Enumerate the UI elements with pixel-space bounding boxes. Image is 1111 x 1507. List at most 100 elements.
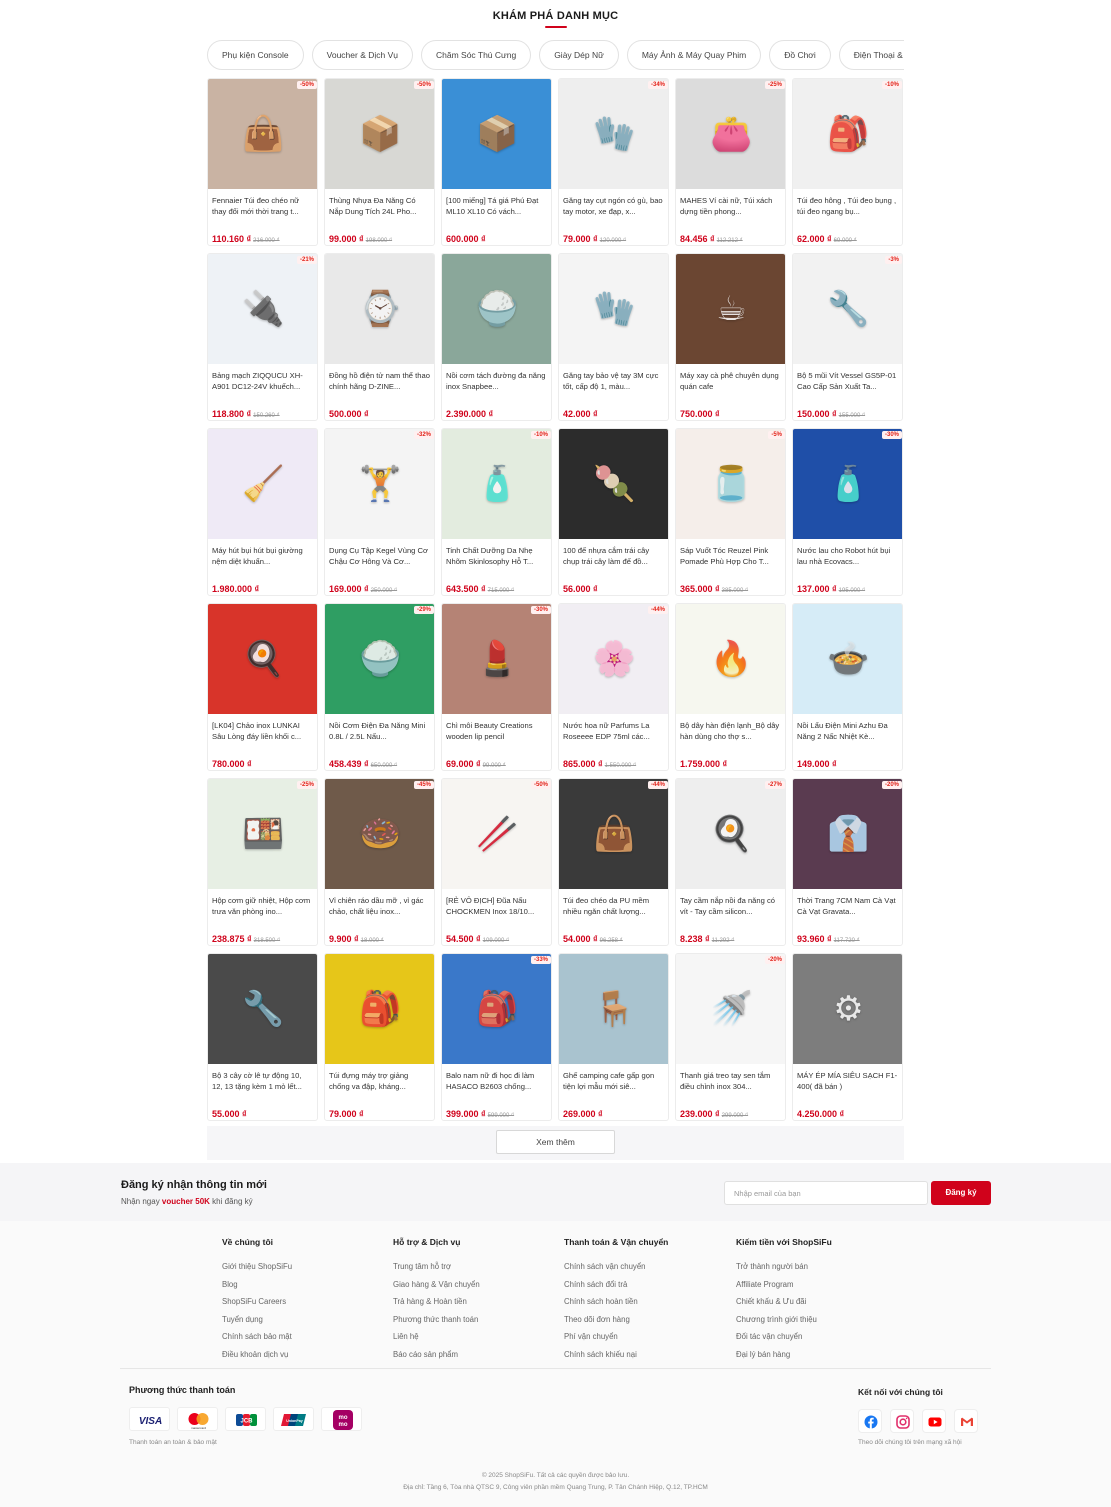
facebook-icon[interactable] (858, 1409, 882, 1433)
product-image[interactable]: 🍱 -25% (208, 779, 317, 889)
product-name[interactable]: Thanh giá treo tay sen tắm điều chỉnh in… (676, 1064, 785, 1097)
category-pill[interactable]: Chăm Sóc Thú Cưng (421, 40, 532, 70)
product-name[interactable]: Nồi cơm tách đường đa năng inox Snapbee.… (442, 364, 551, 397)
product-card[interactable]: 🍳 -27% Tay cầm nắp nồi đa năng có vít - Ta… (675, 778, 786, 946)
product-image[interactable]: 🔧 (208, 954, 317, 1064)
product-name[interactable]: [LK04] Chảo inox LUNKAI Sâu Lòng đáy liề… (208, 714, 317, 747)
product-image[interactable]: 🫙 -5% (676, 429, 785, 539)
product-card[interactable]: 👜 -44% Túi đeo chéo da PU mềm nhiều ngăn c… (558, 778, 669, 946)
footer-link[interactable]: Trung tâm hỗ trợ (393, 1258, 558, 1276)
product-card[interactable]: 👜 -50% Fennaier Túi đeo chéo nữ thay đổi m… (207, 78, 318, 246)
product-name[interactable]: Bộ dây hàn điện lạnh_Bộ dây hàn dùng cho… (676, 714, 785, 747)
footer-link[interactable]: Chương trình giới thiệu (736, 1311, 901, 1329)
product-name[interactable]: Thời Trang 7CM Nam Cà Vạt Cà Vạt Gravata… (793, 889, 902, 922)
product-card[interactable]: 🍲 Nồi Lẩu Điện Mini Azhu Đa Năng 2 Nấc Nh… (792, 603, 903, 771)
product-name[interactable]: Tinh Chất Dưỡng Da Nhẹ Nhõm Skinlosophy … (442, 539, 551, 572)
footer-link[interactable]: Đại lý bán hàng (736, 1346, 901, 1364)
product-image[interactable]: 💄 -30% (442, 604, 551, 714)
product-image[interactable]: 🧹 (208, 429, 317, 539)
product-card[interactable]: 🧴 -10% Tinh Chất Dưỡng Da Nhẹ Nhõm Skinlos… (441, 428, 552, 596)
product-card[interactable]: 👛 -25% MAHES Ví cài nữ, Túi xách dựng tiền… (675, 78, 786, 246)
product-card[interactable]: 🔥 Bộ dây hàn điện lạnh_Bộ dây hàn dùng ch… (675, 603, 786, 771)
footer-link[interactable]: Điều khoản dịch vụ (222, 1346, 387, 1364)
category-pill[interactable]: Đồ Chơi (769, 40, 831, 70)
footer-link[interactable]: Chiết khấu & Ưu đãi (736, 1293, 901, 1311)
product-image[interactable]: 🍚 (442, 254, 551, 364)
product-name[interactable]: Nước hoa nữ Parfums La Roseeee EDP 75ml … (559, 714, 668, 747)
see-more-button[interactable]: Xem thêm (496, 1130, 615, 1154)
product-name[interactable]: Bảng mạch ZIQQUCU XH-A901 DC12-24V khuếc… (208, 364, 317, 397)
product-image[interactable]: 🌸 -44% (559, 604, 668, 714)
product-image[interactable]: 🏋 -32% (325, 429, 434, 539)
product-image[interactable]: 🔌 -21% (208, 254, 317, 364)
newsletter-subscribe-button[interactable]: Đăng ký (931, 1181, 991, 1205)
product-image[interactable]: 📦 (442, 79, 551, 189)
product-card[interactable]: 🍳 [LK04] Chảo inox LUNKAI Sâu Lòng đáy li… (207, 603, 318, 771)
product-image[interactable]: 👔 -20% (793, 779, 902, 889)
product-card[interactable]: 🧤 Găng tay bảo vệ tay 3M cực tốt, cấp độ … (558, 253, 669, 421)
product-card[interactable]: 🧴 -30% Nước lau cho Robot hút bụi lau nhà … (792, 428, 903, 596)
product-image[interactable]: 🍩 -45% (325, 779, 434, 889)
footer-link[interactable]: Affiliate Program (736, 1276, 901, 1294)
product-name[interactable]: Găng tay cụt ngón có gù, bao tay motor, … (559, 189, 668, 222)
product-image[interactable]: 📦 -50% (325, 79, 434, 189)
product-card[interactable]: 📦 [100 miếng] Tá giá Phú Đạt ML10 XL10 Có… (441, 78, 552, 246)
product-name[interactable]: Bộ 5 mũi Vít Vessel GS5P-01 Cao Cấp Sản … (793, 364, 902, 397)
product-card[interactable]: 💄 -30% Chì môi Beauty Creations wooden lip… (441, 603, 552, 771)
product-name[interactable]: Thùng Nhựa Đa Năng Có Nắp Dung Tích 24L … (325, 189, 434, 222)
product-card[interactable]: 🎒 Túi đựng máy trợ giảng chống va đập, kh… (324, 953, 435, 1121)
product-name[interactable]: Vỉ chiên ráo dầu mỡ , vỉ gác chảo, chất … (325, 889, 434, 922)
product-card[interactable]: 🔧 -3% Bộ 5 mũi Vít Vessel GS5P-01 Cao Cấp … (792, 253, 903, 421)
product-name[interactable]: Chì môi Beauty Creations wooden lip penc… (442, 714, 551, 747)
product-name[interactable]: Đồng hồ điện tử nam thể thao chính hãng … (325, 364, 434, 397)
product-name[interactable]: Nước lau cho Robot hút bụi lau nhà Ecova… (793, 539, 902, 572)
footer-link[interactable]: Liên hệ (393, 1328, 558, 1346)
product-image[interactable]: ⚙ (793, 954, 902, 1064)
product-name[interactable]: 100 đế nhựa cắm trái cây chụp trái cây l… (559, 539, 668, 572)
product-image[interactable]: 🎒 -10% (793, 79, 902, 189)
footer-link[interactable]: Trở thành người bán (736, 1258, 901, 1276)
product-name[interactable]: Balo nam nữ đi học đi làm HASACO B2603 c… (442, 1064, 551, 1097)
product-card[interactable]: 🧤 -34% Găng tay cụt ngón có gù, bao tay mo… (558, 78, 669, 246)
footer-link[interactable]: Chính sách vận chuyển (564, 1258, 729, 1276)
footer-link[interactable]: Đối tác vận chuyển (736, 1328, 901, 1346)
newsletter-email-input[interactable] (724, 1181, 928, 1205)
product-name[interactable]: Túi đeo chéo da PU mềm nhiều ngăn chất l… (559, 889, 668, 922)
footer-link[interactable]: Chính sách bảo mật (222, 1328, 387, 1346)
product-image[interactable]: 🧤 -34% (559, 79, 668, 189)
product-image[interactable]: 🚿 -20% (676, 954, 785, 1064)
product-name[interactable]: Túi đựng máy trợ giảng chống va đập, khá… (325, 1064, 434, 1097)
product-image[interactable]: 🍚 -29% (325, 604, 434, 714)
product-card[interactable]: 🔌 -21% Bảng mạch ZIQQUCU XH-A901 DC12-24V … (207, 253, 318, 421)
product-image[interactable]: 🍡 (559, 429, 668, 539)
footer-link[interactable]: ShopSiFu Careers (222, 1293, 387, 1311)
footer-link[interactable]: Chính sách hoàn tiền (564, 1293, 729, 1311)
footer-link[interactable]: Theo dõi đơn hàng (564, 1311, 729, 1329)
product-name[interactable]: Sáp Vuốt Tóc Reuzel Pink Pomade Phù Hợp … (676, 539, 785, 572)
product-image[interactable]: ☕ (676, 254, 785, 364)
product-image[interactable]: ⌚ (325, 254, 434, 364)
footer-link[interactable]: Chính sách đổi trả (564, 1276, 729, 1294)
product-card[interactable]: 🍚 -29% Nồi Cơm Điện Đa Năng Mini 0.8L / 2.… (324, 603, 435, 771)
product-name[interactable]: [100 miếng] Tá giá Phú Đạt ML10 XL10 Có … (442, 189, 551, 222)
product-image[interactable]: 🍳 (208, 604, 317, 714)
product-name[interactable]: MÁY ÉP MÍA SIÊU SẠCH F1-400( đã bán ) (793, 1064, 902, 1097)
product-image[interactable]: 👜 -44% (559, 779, 668, 889)
product-name[interactable]: Ghế camping cafe gấp gọn tiện lợi mẫu mớ… (559, 1064, 668, 1097)
product-card[interactable]: ⚙ MÁY ÉP MÍA SIÊU SẠCH F1-400( đã bán ) 4.… (792, 953, 903, 1121)
product-card[interactable]: 🍱 -25% Hộp cơm giữ nhiệt, Hộp cơm trưa văn… (207, 778, 318, 946)
product-image[interactable]: 🍲 (793, 604, 902, 714)
product-card[interactable]: ☕ Máy xay cà phê chuyên dụng quán cafe 750… (675, 253, 786, 421)
product-name[interactable]: Nồi Lẩu Điện Mini Azhu Đa Năng 2 Nấc Nhi… (793, 714, 902, 747)
gmail-icon[interactable] (954, 1409, 978, 1433)
product-card[interactable]: 🍩 -45% Vỉ chiên ráo dầu mỡ , vỉ gác chảo, … (324, 778, 435, 946)
product-card[interactable]: 🌸 -44% Nước hoa nữ Parfums La Roseeee EDP … (558, 603, 669, 771)
product-card[interactable]: 🍚 Nồi cơm tách đường đa năng inox Snapbee… (441, 253, 552, 421)
product-name[interactable]: [RẺ VÔ ĐỊCH] Đũa Nấu CHOCKMEN Inox 18/10… (442, 889, 551, 922)
footer-link[interactable]: Phương thức thanh toán (393, 1311, 558, 1329)
product-image[interactable]: 🍳 -27% (676, 779, 785, 889)
footer-link[interactable]: Giới thiệu ShopSiFu (222, 1258, 387, 1276)
product-image[interactable]: 👜 -50% (208, 79, 317, 189)
category-pill[interactable]: Phụ kiện Console (207, 40, 304, 70)
footer-link[interactable]: Chính sách khiếu nại (564, 1346, 729, 1364)
